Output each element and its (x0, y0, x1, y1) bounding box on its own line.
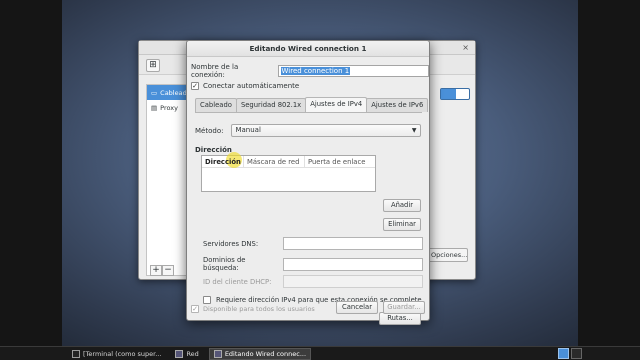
taskbar: [Terminal (como super... Red Editando Wi… (0, 346, 640, 360)
taskbar-item-label: Editando Wired connec... (224, 349, 307, 358)
dhcp-client-id-input[interactable] (283, 275, 423, 288)
tab-ipv4-settings[interactable]: Ajustes de IPv4 (305, 97, 368, 112)
method-label: Método: (195, 126, 224, 135)
workspace-switcher (558, 348, 582, 359)
search-domains-row: Dominios de búsqueda: (203, 256, 423, 272)
remove-device-button[interactable]: − (162, 265, 174, 276)
settings-tabs: Cableado Seguridad 802.1x Ajustes de IPv… (195, 97, 429, 112)
terminal-icon (72, 349, 80, 358)
network-device-list: ▭ Cableado ▤ Proxy (146, 84, 188, 276)
proxy-icon: ▤ (151, 103, 158, 112)
method-select[interactable]: Manual ▼ (231, 124, 422, 137)
addresses-section-title: Dirección (195, 146, 232, 154)
all-users-checkbox[interactable]: ✓ (191, 305, 199, 313)
add-address-button[interactable]: Añadir (383, 199, 421, 212)
wired-network-icon: ▭ (151, 88, 158, 97)
taskbar-item-edit-connection[interactable]: Editando Wired connec... (208, 347, 312, 360)
column-header-netmask[interactable]: Máscara de red (244, 156, 305, 167)
connection-name-label: Nombre de la conexión: (191, 63, 239, 79)
dialog-action-bar: ✓ Disponible para todos los usuarios Can… (187, 301, 431, 321)
save-button[interactable]: Guardar... (383, 301, 425, 314)
device-item-label: Cableado (160, 88, 187, 97)
column-header-address[interactable]: Dirección (202, 152, 244, 168)
cancel-button[interactable]: Cancelar (336, 301, 378, 314)
add-device-button[interactable]: + (150, 265, 162, 276)
taskbar-item-terminal[interactable]: [Terminal (como super... (68, 348, 165, 360)
search-domains-input[interactable] (283, 257, 423, 271)
column-header-gateway[interactable]: Puerta de enlace (305, 156, 375, 167)
left-screen-border (0, 0, 62, 346)
dns-input[interactable] (283, 237, 423, 250)
chevron-down-icon: ▼ (411, 127, 417, 134)
device-item-wired[interactable]: ▭ Cableado (147, 85, 187, 100)
dhcp-client-id-row: ID del cliente DHCP: (203, 275, 423, 288)
tab-security-8021x[interactable]: Seguridad 802.1x (235, 98, 307, 112)
search-domains-label: Dominios de búsqueda: (203, 256, 246, 272)
dns-label: Servidores DNS: (203, 239, 259, 248)
ipv4-settings-panel: Método: Manual ▼ Dirección Dirección Más… (195, 112, 423, 325)
connection-name-input[interactable]: Wired connection 1 (277, 65, 429, 77)
autoconnect-row: ✓ Conectar automáticamente (191, 82, 299, 90)
right-screen-border (578, 0, 640, 346)
network-icon (175, 349, 184, 358)
shared-row: ✓ Disponible para todos los usuarios (191, 305, 315, 313)
device-item-proxy[interactable]: ▤ Proxy (147, 100, 187, 115)
grid-icon[interactable]: ⊞ (146, 59, 160, 72)
desktop: × ⊞ ▭ Cableado ▤ Proxy + − Opciones... E… (0, 0, 640, 346)
dhcp-client-id-label: ID del cliente DHCP: (203, 277, 272, 286)
wired-toggle-switch[interactable] (440, 88, 470, 100)
delete-address-button[interactable]: Eliminar (383, 218, 421, 231)
workspace-1[interactable] (558, 348, 569, 359)
autoconnect-label: Conectar automáticamente (203, 82, 300, 90)
device-item-label: Proxy (160, 103, 178, 112)
network-icon (213, 349, 222, 358)
tab-ipv6-settings[interactable]: Ajustes de IPv6 (366, 98, 429, 112)
taskbar-item-network[interactable]: Red (171, 348, 202, 360)
edit-connection-dialog: Editando Wired connection 1 Nombre de la… (186, 40, 431, 325)
addresses-table[interactable]: Dirección Máscara de red Puerta de enlac… (201, 152, 376, 192)
dns-row: Servidores DNS: (203, 237, 423, 250)
connection-name-row: Nombre de la conexión: Wired connection … (191, 63, 429, 79)
dialog-title: Editando Wired connection 1 (187, 41, 429, 57)
autoconnect-checkbox[interactable]: ✓ (191, 82, 199, 90)
options-button[interactable]: Opciones... (428, 248, 468, 262)
all-users-label: Disponible para todos los usuarios (203, 305, 315, 313)
connection-name-value: Wired connection 1 (280, 67, 351, 75)
workspace-2[interactable] (571, 348, 582, 359)
taskbar-item-label: Red (186, 349, 199, 358)
tab-wired[interactable]: Cableado (195, 98, 237, 112)
addresses-table-header: Dirección Máscara de red Puerta de enlac… (202, 152, 375, 168)
method-row: Método: Manual ▼ (195, 124, 422, 137)
taskbar-item-label: [Terminal (como super... (83, 349, 162, 358)
add-remove-buttons: + − (150, 265, 174, 276)
method-value: Manual (235, 126, 261, 134)
close-icon[interactable]: × (462, 43, 469, 52)
